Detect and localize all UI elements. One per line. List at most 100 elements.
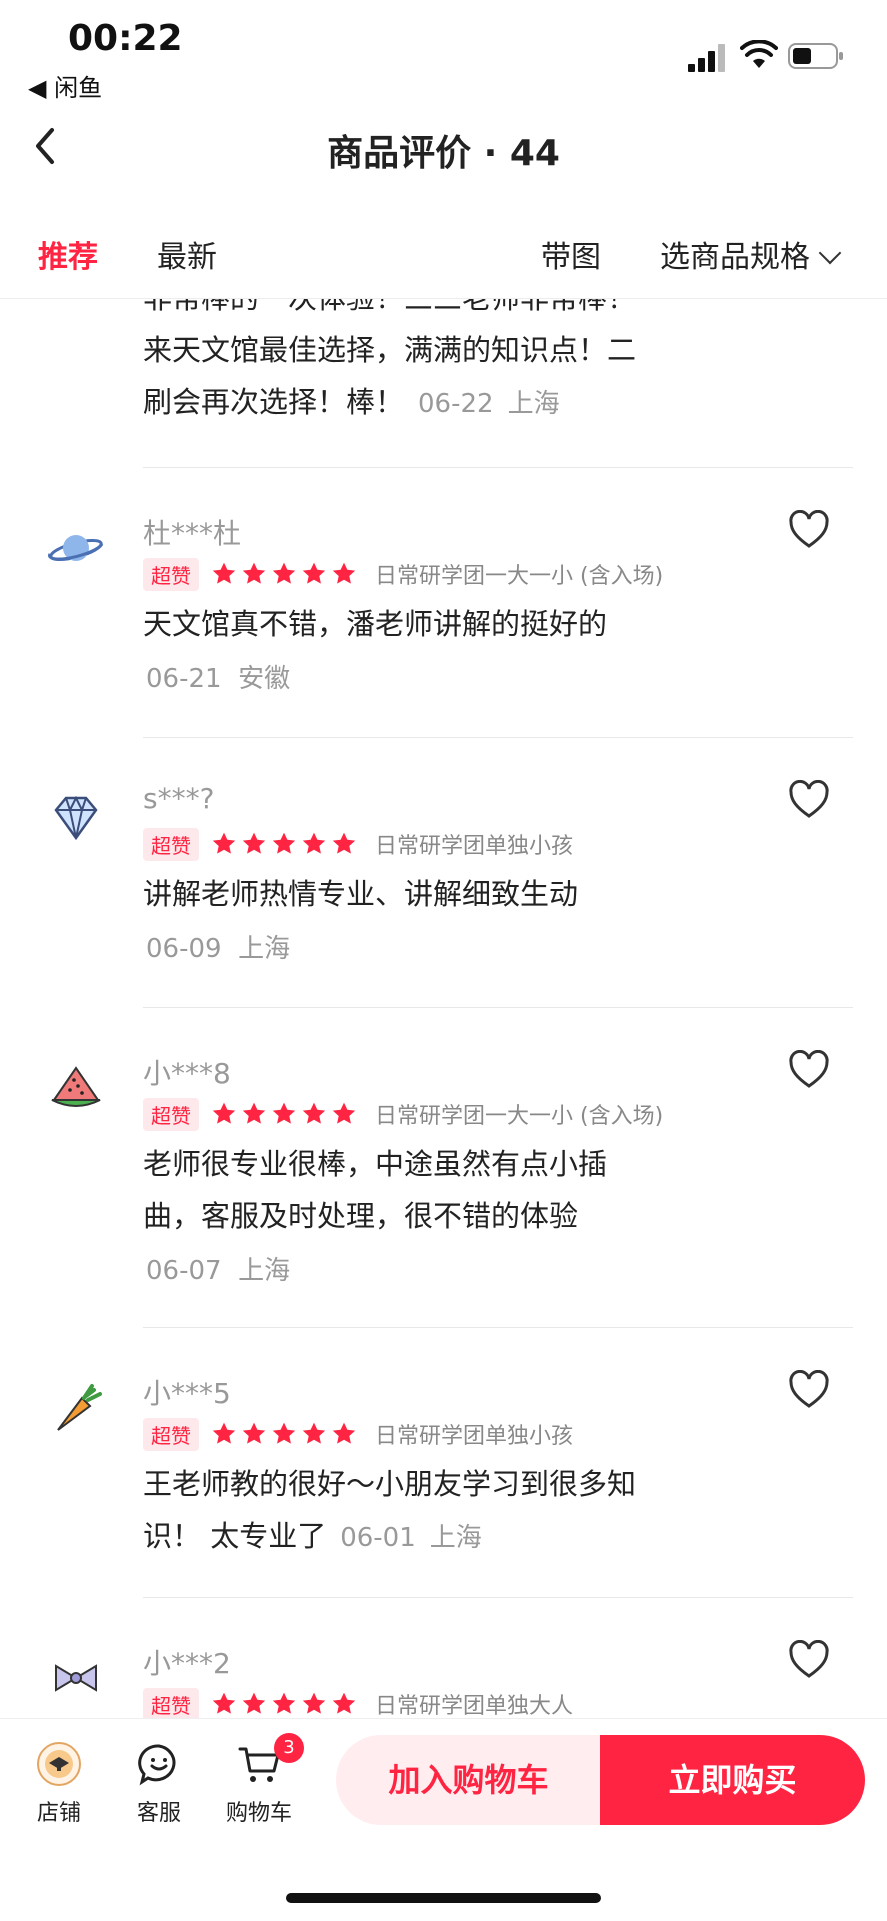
review-location: 上海 <box>238 1256 291 1286</box>
add-to-cart-button[interactable]: 加入购物车 <box>336 1735 601 1825</box>
star-icon <box>272 562 296 584</box>
review-text-line: 来天文馆最佳选择，满满的知识点！二 <box>143 333 637 367</box>
star-icon <box>302 1692 326 1714</box>
reviewer-name: 小***5 <box>143 1377 231 1410</box>
review-text-line: 刷会再次选择！棒！ <box>143 385 405 419</box>
review-meta: 超赞 日常研学团单独大人 <box>143 1687 574 1718</box>
product-spec: 日常研学团单独大人 <box>375 1694 574 1718</box>
review-text: 非常棒的一次体验！三三老师非常棒！ 来天文馆最佳选择，满满的知识点！二 刷会再次… <box>143 298 703 430</box>
review-text-line: 识！ 太专业了 <box>143 1519 327 1553</box>
review-location: 上海 <box>238 934 291 964</box>
shop-button[interactable]: 店铺 <box>14 1741 104 1827</box>
tab-latest[interactable]: 最新 <box>157 232 217 276</box>
rating-badge: 超赞 <box>143 827 199 861</box>
star-icon <box>302 562 326 584</box>
diamond-icon <box>54 795 98 841</box>
customer-service-label: 客服 <box>136 1801 181 1826</box>
status-bar: 00:22 ◀ 闲鱼 <box>0 0 887 110</box>
review-text: 老师很专业很棒，中途虽然有点小插 曲，客服及时处理，很不错的体验 <box>143 1138 703 1242</box>
review-list[interactable]: 非常棒的一次体验！三三老师非常棒！ 来天文馆最佳选择，满满的知识点！二 刷会再次… <box>0 298 887 1718</box>
divider <box>143 1007 853 1008</box>
review-text-line: 王老师教的很好～小朋友学习到很多知 <box>143 1467 637 1501</box>
product-spec: 日常研学团一大一小 (含入场) <box>375 564 664 589</box>
star-icon <box>272 1102 296 1124</box>
star-rating <box>211 561 357 587</box>
rating-badge: 超赞 <box>143 1417 199 1451</box>
review-date: 06-22 <box>418 389 494 419</box>
review-text-line: 刷会再次选择！棒！ 06-22 上海 <box>143 376 703 430</box>
star-icon <box>302 1102 326 1124</box>
heart-icon[interactable] <box>788 510 830 550</box>
star-icon <box>332 1692 356 1714</box>
tab-select-spec[interactable]: 选商品规格 <box>660 232 842 276</box>
shop-logo-icon <box>37 1742 81 1786</box>
star-icon <box>272 832 296 854</box>
review-location: 上海 <box>507 389 560 419</box>
tab-recommended[interactable]: 推荐 <box>38 232 98 276</box>
home-indicator <box>286 1893 601 1903</box>
divider <box>143 1327 853 1328</box>
reviewer-name: 小***8 <box>143 1057 231 1090</box>
heart-icon[interactable] <box>788 1640 830 1680</box>
review-date: 06-07 <box>146 1256 222 1286</box>
star-icon <box>332 832 356 854</box>
review-text: 讲解老师热情专业、讲解细致生动 <box>143 868 703 920</box>
wifi-icon <box>740 40 778 68</box>
customer-service-button[interactable]: 客服 <box>114 1741 204 1827</box>
review-meta: 超赞 日常研学团单独小孩 <box>143 1417 574 1451</box>
buy-now-button[interactable]: 立即购买 <box>600 1735 865 1825</box>
star-icon <box>242 1692 266 1714</box>
divider <box>143 737 853 738</box>
reviewer-name: 杜***杜 <box>143 517 242 550</box>
star-icon <box>332 1102 356 1124</box>
star-icon <box>332 1422 356 1444</box>
planet-icon <box>48 535 104 562</box>
review-text: 王老师教的很好～小朋友学习到很多知 识！ 太专业了 06-01 上海 <box>143 1458 703 1564</box>
review-text-line: 曲，客服及时处理，很不错的体验 <box>143 1199 579 1233</box>
review-location: 安徽 <box>238 664 291 694</box>
star-icon <box>212 562 236 584</box>
heart-icon[interactable] <box>788 1370 830 1410</box>
star-icon <box>272 1692 296 1714</box>
product-spec: 日常研学团单独小孩 <box>375 834 574 859</box>
product-spec: 日常研学团一大一小 (含入场) <box>375 1104 664 1129</box>
cart-count-badge: 3 <box>274 1733 304 1763</box>
star-icon <box>212 1102 236 1124</box>
review-meta: 超赞 日常研学团一大一小 (含入场) <box>143 557 664 591</box>
review-meta: 超赞 日常研学团一大一小 (含入场) <box>143 1097 664 1131</box>
star-icon <box>302 832 326 854</box>
cellular-signal-icon <box>688 44 725 72</box>
battery-icon <box>788 43 843 69</box>
product-spec: 日常研学团单独小孩 <box>375 1424 574 1449</box>
review-date-location: 06-07 上海 <box>146 1250 290 1287</box>
back-to-app-link[interactable]: ◀ 闲鱼 <box>28 68 102 103</box>
review-date-location: 06-21 安徽 <box>146 658 290 695</box>
rating-badge: 超赞 <box>143 1687 199 1718</box>
star-icon <box>272 1422 296 1444</box>
divider <box>143 467 853 468</box>
review-date: 06-01 <box>340 1523 416 1553</box>
watermelon-icon <box>51 1066 101 1107</box>
heart-icon[interactable] <box>788 780 830 820</box>
star-icon <box>242 1102 266 1124</box>
review-text-line: 老师很专业很棒，中途虽然有点小插 <box>143 1147 608 1181</box>
rating-badge: 超赞 <box>143 557 199 591</box>
reviewer-name: s***? <box>143 782 215 815</box>
tab-with-images[interactable]: 带图 <box>541 232 601 276</box>
review-text-line: 讲解老师热情专业、讲解细致生动 <box>143 877 579 911</box>
chat-icon <box>138 1744 176 1786</box>
heart-icon[interactable] <box>788 1050 830 1090</box>
carrot-icon <box>57 1384 102 1431</box>
star-icon <box>212 832 236 854</box>
review-date: 06-21 <box>146 664 222 694</box>
star-icon <box>212 1692 236 1714</box>
review-text-line: 识！ 太专业了 06-01 上海 <box>143 1510 703 1564</box>
page-header: 商品评价 · 44 <box>0 110 887 190</box>
divider <box>143 1597 853 1598</box>
star-icon <box>212 1422 236 1444</box>
star-icon <box>242 1422 266 1444</box>
filter-tabs: 推荐 最新 带图 选商品规格 <box>0 218 887 299</box>
chevron-down-icon <box>818 241 842 265</box>
bow-icon <box>55 1664 97 1692</box>
star-icon <box>332 562 356 584</box>
